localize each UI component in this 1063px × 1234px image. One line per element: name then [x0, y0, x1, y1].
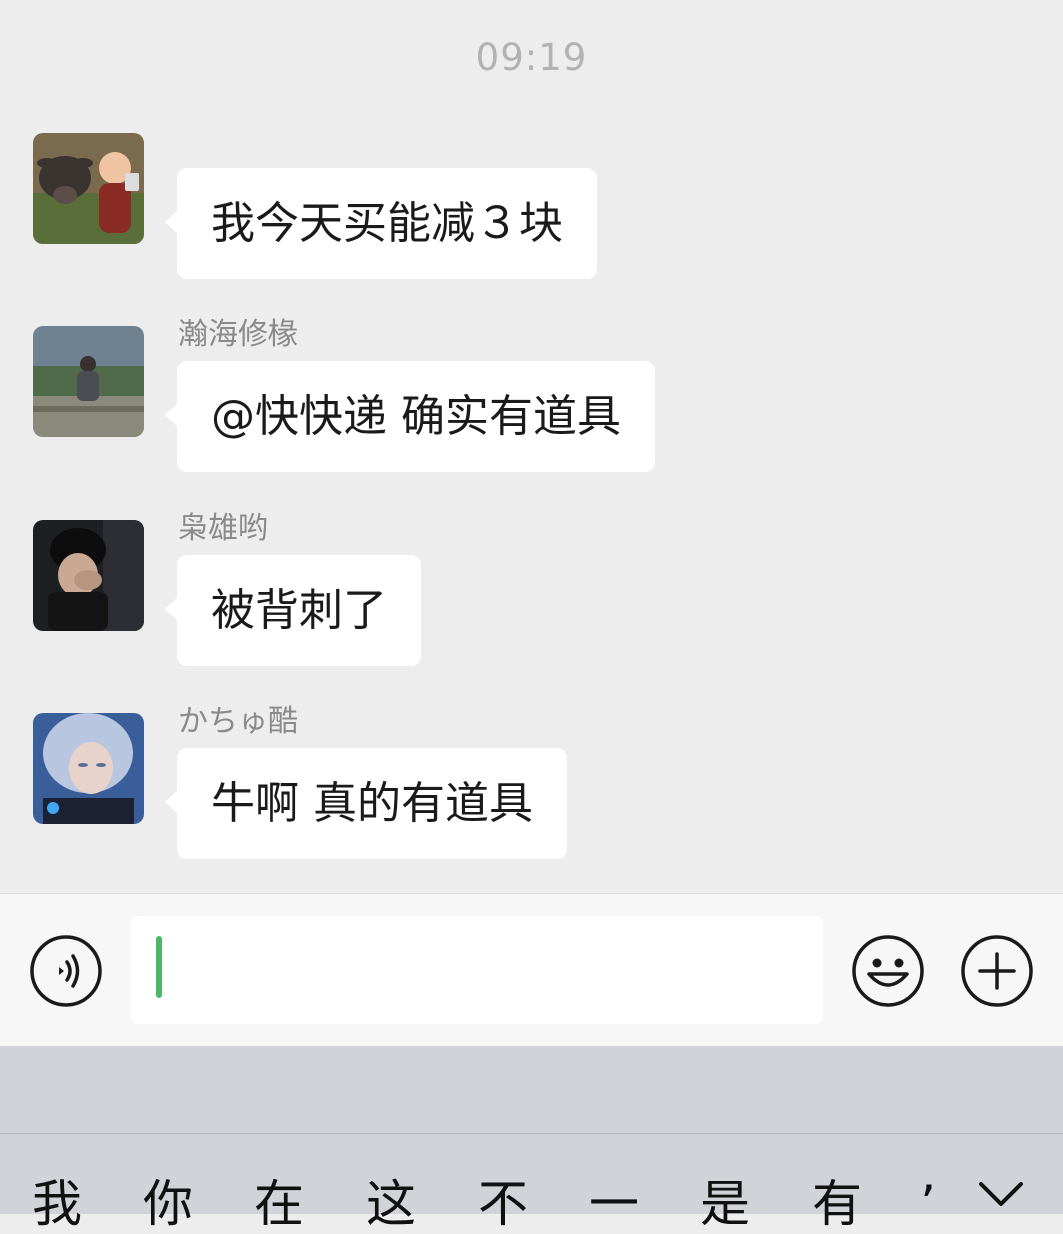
candidate-bar: 我 你 在 这 不 一 是 有 ’ — [0, 1133, 1063, 1233]
candidate-word[interactable]: ’ — [920, 1174, 936, 1234]
candidate-word[interactable]: 一 — [589, 1174, 639, 1234]
emoji-icon[interactable] — [851, 934, 925, 1008]
message-bubble[interactable]: 我今天买能减３块 — [165, 168, 597, 279]
sender-name: かちゅ酷 — [178, 704, 298, 739]
candidate-word[interactable]: 你 — [143, 1174, 193, 1234]
avatar[interactable] — [33, 520, 144, 631]
voice-icon[interactable] — [29, 934, 103, 1008]
sender-name: 瀚海修椽 — [178, 317, 298, 352]
avatar[interactable] — [33, 133, 144, 244]
candidate-word[interactable]: 不 — [478, 1174, 528, 1234]
keyboard: 我 你 在 这 不 一 是 有 ’ — [0, 1046, 1063, 1233]
message-bubble[interactable]: 牛啊 真的有道具 — [165, 748, 567, 859]
candidate-word[interactable]: 这 — [366, 1174, 416, 1234]
plus-icon[interactable] — [960, 934, 1034, 1008]
avatar[interactable] — [33, 713, 144, 824]
message-bubble[interactable]: @快快递 确实有道具 — [165, 361, 655, 472]
chat-area[interactable]: 09:19 我今天买能减３块 瀚海修椽 @快快递 确实有道具 枭雄哟 被背刺了 … — [0, 0, 1063, 893]
candidate-word[interactable]: 在 — [254, 1174, 304, 1234]
message-text: 我今天买能减３块 — [211, 198, 563, 249]
message-text: @快快递 确实有道具 — [211, 391, 621, 442]
message-timestamp: 09:19 — [475, 36, 588, 79]
message-text: 牛啊 真的有道具 — [211, 778, 533, 829]
sender-name: 枭雄哟 — [178, 511, 268, 546]
input-bar — [0, 893, 1063, 1046]
message-bubble[interactable]: 被背刺了 — [165, 555, 421, 666]
candidate-word[interactable]: 是 — [700, 1174, 750, 1234]
candidate-word[interactable]: 我 — [32, 1174, 82, 1234]
chevron-down-icon[interactable] — [975, 1174, 1027, 1214]
text-caret — [156, 936, 162, 998]
message-text: 被背刺了 — [211, 585, 387, 636]
candidate-word[interactable]: 有 — [812, 1174, 862, 1234]
message-input[interactable] — [131, 916, 823, 1024]
avatar[interactable] — [33, 326, 144, 437]
